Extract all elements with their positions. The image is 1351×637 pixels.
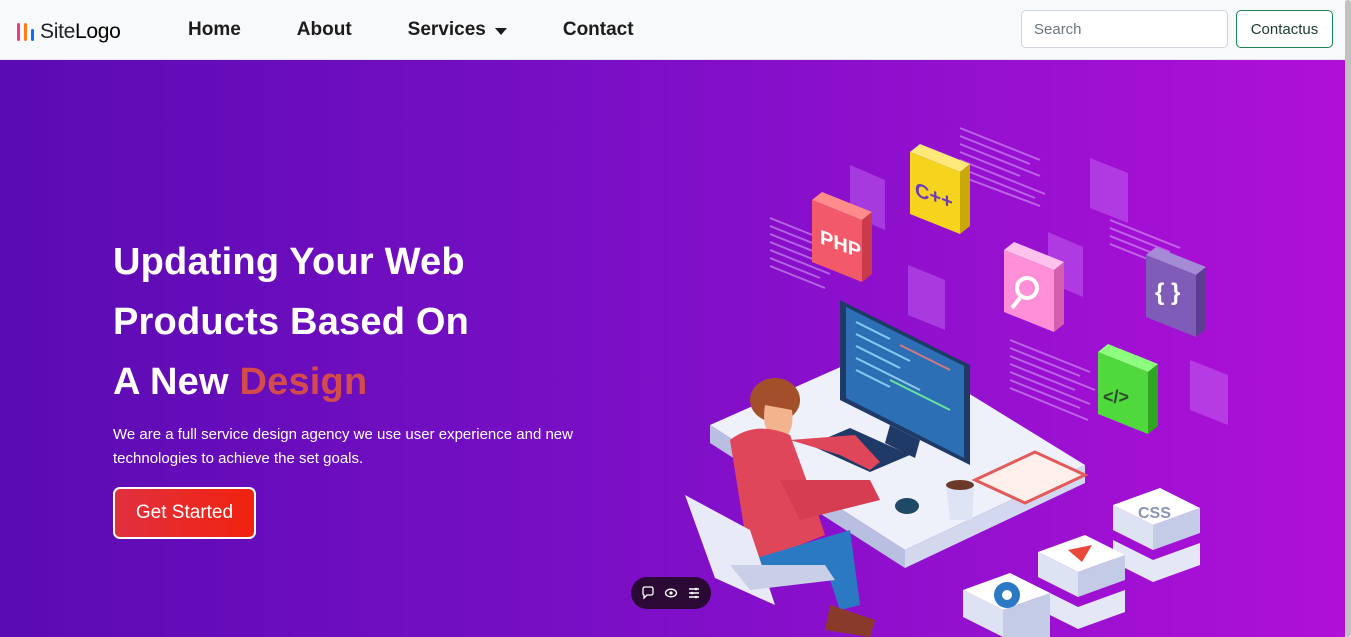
logo-text: SiteLogo (40, 20, 121, 43)
svg-text:</>: </> (1103, 387, 1129, 407)
contactus-button[interactable]: Contactus (1236, 10, 1333, 48)
mouse (895, 498, 919, 514)
site-logo[interactable]: SiteLogo (17, 18, 121, 46)
caret-down-icon (494, 27, 507, 35)
mug (946, 480, 974, 520)
headline-line-1: Updating Your Web (113, 241, 465, 283)
svg-text:CSS: CSS (1138, 505, 1171, 522)
nav-link-contact[interactable]: Contact (563, 17, 634, 43)
search-input[interactable] (1021, 10, 1228, 48)
headline-line-3: A New Design (113, 361, 368, 403)
nav-link-home[interactable]: Home (188, 17, 241, 43)
chat-icon[interactable] (639, 584, 657, 602)
hero-subtext: We are a full service design agency we u… (113, 426, 573, 467)
headline-accent-word: Design (239, 361, 368, 403)
hero-headline: Updating Your Web Products Based On A Ne… (113, 232, 469, 412)
navbar: SiteLogo Home About Services Contact Con… (0, 0, 1345, 60)
css-cube: CSS (1113, 488, 1200, 582)
developer-illustration: PHP C++ { } </> CSS (685, 127, 1228, 637)
nav-links: Home About Services Contact (188, 17, 690, 43)
headline-line-2: Products Based On (113, 301, 470, 343)
scrollbar-thumb[interactable] (1345, 0, 1351, 637)
page-scrollbar[interactable] (1345, 0, 1351, 637)
cpp-cube: C++ (910, 144, 970, 234)
nav-link-services-label: Services (407, 19, 486, 40)
hero-section: Updating Your Web Products Based On A Ne… (0, 60, 1345, 637)
nav-link-about[interactable]: About (297, 17, 352, 43)
svg-text:{ }: { } (1155, 279, 1180, 306)
logo-bars-icon (17, 23, 34, 41)
code-cube: </> (1098, 344, 1158, 434)
get-started-button[interactable]: Get Started (113, 487, 256, 539)
play-cube (1038, 535, 1125, 629)
braces-cube: { } (1146, 247, 1206, 337)
nav-link-services[interactable]: Services (408, 17, 507, 43)
gear-cube (963, 573, 1050, 637)
